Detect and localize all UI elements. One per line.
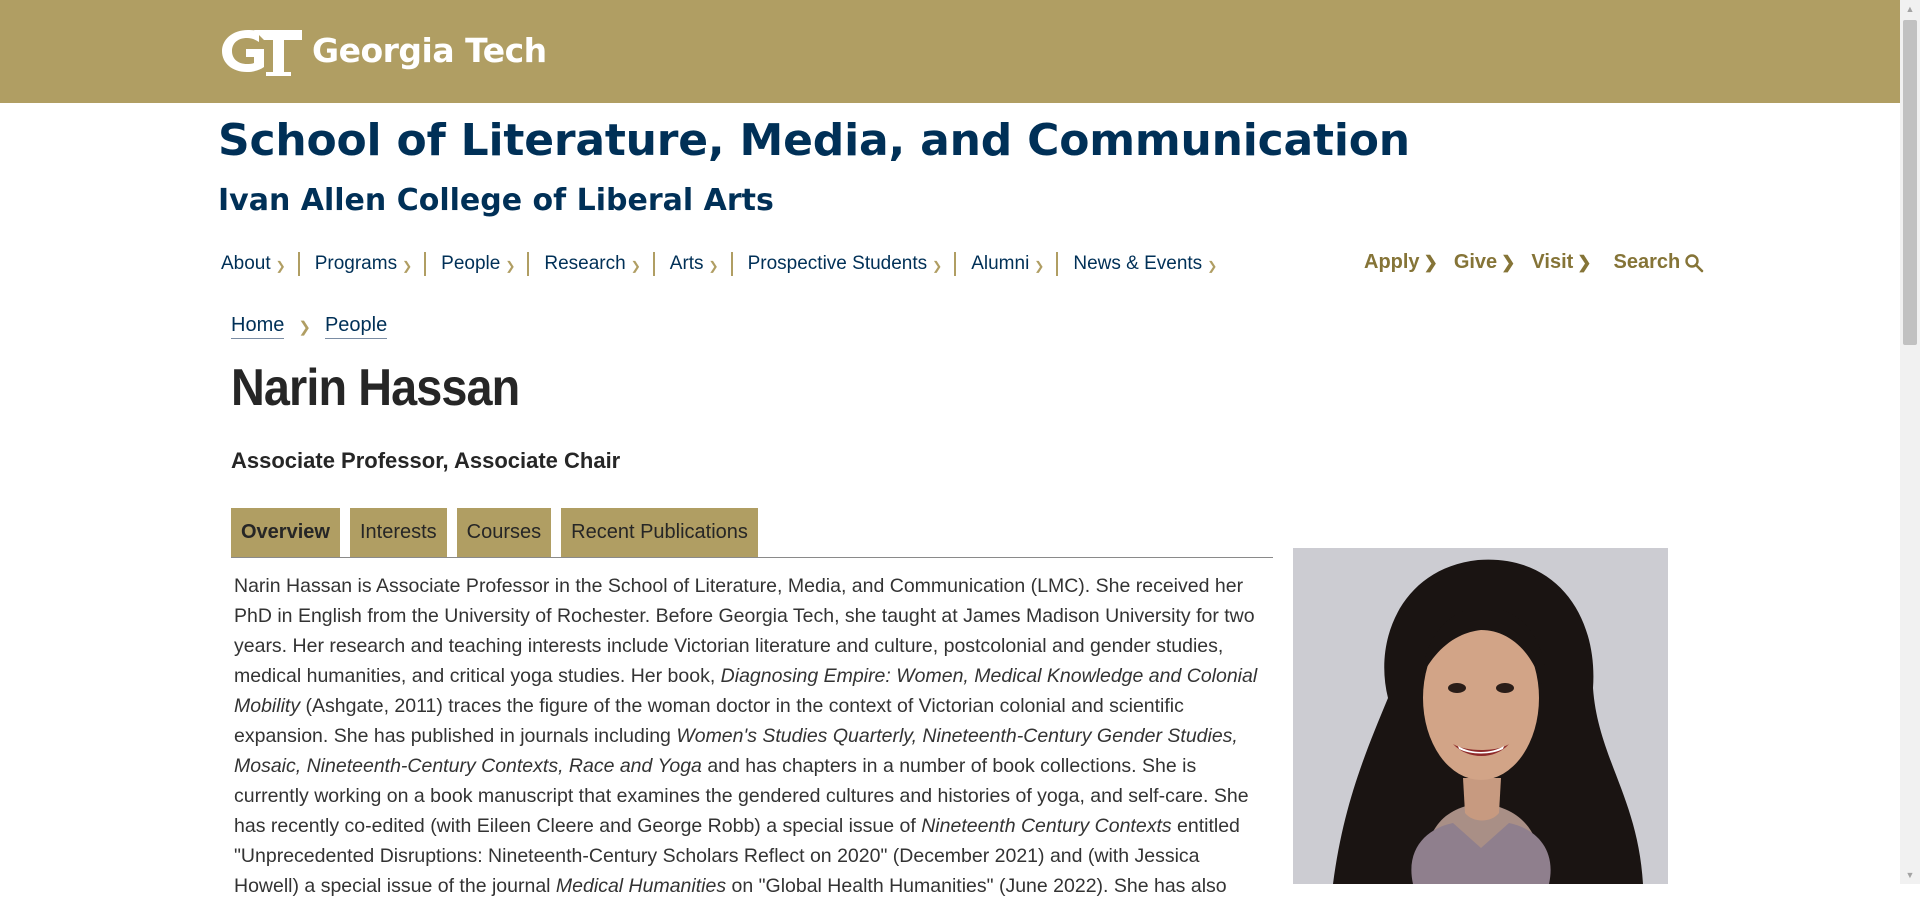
tab-interests[interactable]: Interests <box>349 508 447 557</box>
main-nav: About ❯ Programs ❯ People ❯ Research ❯ A… <box>218 252 1229 276</box>
logo-text: Georgia Tech <box>312 30 547 70</box>
nav-item-label: Programs <box>314 253 398 274</box>
top-banner: Georgia Tech <box>0 0 1900 103</box>
give-link[interactable]: Give ❯ <box>1454 251 1516 274</box>
georgia-tech-logo[interactable]: Georgia Tech <box>218 22 547 78</box>
apply-link[interactable]: Apply ❯ <box>1364 251 1438 274</box>
nav-divider <box>1056 252 1059 276</box>
search-label: Search <box>1613 251 1681 273</box>
visit-label: Visit <box>1531 251 1574 273</box>
chevron-down-icon: ❯ <box>630 258 641 273</box>
nav-item-label: Alumni <box>971 253 1030 274</box>
nav-divider <box>527 252 530 276</box>
nav-item-arts[interactable]: Arts ❯ <box>667 253 731 275</box>
nav-item-label: Prospective Students <box>747 253 928 274</box>
journal-title: Nineteenth Century Contexts <box>921 815 1172 837</box>
utility-nav: Apply ❯ Give ❯ Visit ❯ Search <box>1364 251 1704 274</box>
chevron-down-icon: ❯ <box>402 258 413 273</box>
person-title: Associate Professor, Associate Chair <box>231 448 621 473</box>
chevron-down-icon: ❯ <box>708 258 719 273</box>
journal-title: Medical Humanities <box>555 875 727 897</box>
chevron-down-icon: ❯ <box>1207 258 1218 273</box>
nav-item-label: Research <box>544 253 626 274</box>
nav-divider <box>652 252 655 276</box>
visit-link[interactable]: Visit ❯ <box>1531 251 1591 274</box>
nav-item-about[interactable]: About ❯ <box>218 253 298 275</box>
bio-part: on "Global Health Humanities" (June 2022… <box>726 875 1227 897</box>
nav-item-programs[interactable]: Programs ❯ <box>312 253 424 275</box>
nav-divider <box>424 252 427 276</box>
chevron-down-icon: ❯ <box>505 258 516 273</box>
chevron-down-icon: ❯ <box>932 258 943 273</box>
nav-item-label: About <box>221 253 271 274</box>
bio-text: Narin Hassan is Associate Professor in t… <box>234 571 1264 901</box>
gt-monogram-icon <box>222 30 302 76</box>
nav-item-label: People <box>441 253 501 274</box>
page-title: Narin Hassan <box>231 359 520 417</box>
nav-divider <box>297 252 300 276</box>
scroll-up-icon[interactable]: ▲ <box>1900 0 1920 18</box>
tab-overview[interactable]: Overview <box>231 508 340 557</box>
tab-recent-publications[interactable]: Recent Publications <box>561 508 758 557</box>
nav-item-research[interactable]: Research ❯ <box>541 253 652 275</box>
site-title[interactable]: School of Literature, Media, and Communi… <box>218 115 1410 166</box>
nav-item-label: Arts <box>669 253 704 274</box>
search-button[interactable]: Search <box>1614 251 1705 274</box>
breadcrumb-home[interactable]: Home <box>231 314 285 339</box>
chevron-right-icon: ❯ <box>1501 252 1516 272</box>
nav-item-alumni[interactable]: Alumni ❯ <box>968 253 1056 275</box>
nav-item-news-events[interactable]: News & Events ❯ <box>1070 253 1229 275</box>
breadcrumb-people[interactable]: People <box>324 314 388 339</box>
nav-item-label: News & Events <box>1073 253 1203 274</box>
nav-item-prospective-students[interactable]: Prospective Students ❯ <box>745 253 955 275</box>
tab-courses[interactable]: Courses <box>456 508 552 557</box>
scroll-down-icon[interactable]: ▼ <box>1900 866 1920 884</box>
breadcrumb-separator-icon: ❯ <box>298 318 311 336</box>
portrait-image <box>1293 548 1668 884</box>
page-scrollbar[interactable]: ▲ ▼ <box>1900 0 1920 884</box>
breadcrumb: Home ❯ People <box>231 314 388 339</box>
chevron-down-icon: ❯ <box>1034 258 1045 273</box>
apply-label: Apply <box>1364 251 1420 273</box>
nav-divider <box>730 252 733 276</box>
chevron-right-icon: ❯ <box>1577 252 1592 272</box>
scrollbar-thumb[interactable] <box>1903 20 1917 345</box>
search-icon <box>1685 253 1704 272</box>
chevron-down-icon: ❯ <box>275 258 286 273</box>
give-label: Give <box>1453 251 1498 273</box>
chevron-right-icon: ❯ <box>1423 252 1438 272</box>
profile-tabs: Overview Interests Courses Recent Public… <box>231 508 1273 558</box>
profile-photo <box>1293 548 1668 884</box>
college-name[interactable]: Ivan Allen College of Liberal Arts <box>218 183 774 218</box>
nav-divider <box>954 252 957 276</box>
nav-item-people[interactable]: People ❯ <box>438 253 527 275</box>
